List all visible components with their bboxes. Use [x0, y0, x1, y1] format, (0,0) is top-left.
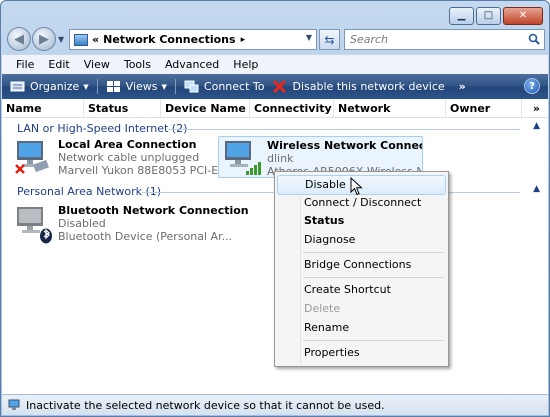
menu-separator — [303, 277, 444, 278]
column-owner[interactable]: Owner — [446, 99, 522, 118]
context-menu: Disable Connect / Disconnect Status Diag… — [274, 171, 449, 367]
group-divider — [168, 129, 520, 130]
connection-status: Network cable unplugged — [58, 151, 200, 164]
menu-item-status[interactable]: Status — [277, 211, 446, 231]
views-caret-icon: ▼ — [161, 82, 167, 91]
address-overflow-chevron[interactable]: « — [92, 33, 99, 46]
column-device-name[interactable]: Device Name — [161, 99, 250, 118]
status-bar: Inactivate the selected network device s… — [2, 394, 548, 415]
disable-device-label: Disable this network device — [292, 80, 445, 93]
connection-device: Marvell Yukon 88E8053 PCI-E ... — [58, 164, 233, 177]
toolbar-separator — [96, 79, 98, 94]
menu-file[interactable]: File — [9, 58, 41, 71]
menu-item-bridge-connections[interactable]: Bridge Connections — [277, 255, 446, 275]
status-network-icon — [8, 399, 20, 410]
wireless-network-icon — [225, 141, 261, 175]
group-header-lan[interactable]: LAN or High-Speed Internet (2) — [17, 122, 187, 135]
network-folder-icon — [74, 33, 88, 46]
organize-button[interactable]: Organize ▼ — [10, 80, 97, 93]
columns-overflow-button[interactable]: » — [533, 99, 540, 118]
refresh-icon: ⇆ — [324, 32, 335, 47]
address-dropdown-icon[interactable]: ▼ — [306, 33, 312, 42]
column-connectivity[interactable]: Connectivity — [250, 99, 334, 118]
column-network-category[interactable]: Network Category — [334, 99, 446, 134]
connection-item-local-area[interactable]: Local Area Connection Network cable unpl… — [14, 138, 232, 182]
views-label: Views — [125, 80, 158, 93]
connection-name: Bluetooth Network Connection — [58, 204, 249, 217]
address-bar[interactable]: « Network Connections ▸ ▼ — [69, 29, 317, 50]
menu-separator — [303, 252, 444, 253]
views-icon — [106, 81, 120, 92]
explorer-window: ▁ □ ✕ ◀ ▶ ▼ « Network Connections ▸ ▼ ⇆ … — [0, 0, 550, 417]
menu-edit[interactable]: Edit — [41, 58, 76, 71]
mouse-pointer-icon — [350, 177, 363, 196]
close-button[interactable]: ✕ — [503, 7, 543, 25]
back-button[interactable]: ◀ — [7, 27, 31, 51]
forward-arrow-icon: ▶ — [39, 31, 49, 47]
connection-text: Local Area Connection Network cable unpl… — [58, 138, 232, 177]
connection-status: Disabled — [58, 217, 106, 230]
menu-item-delete: Delete — [304, 302, 341, 315]
address-crumb-network-connections[interactable]: Network Connections — [103, 33, 235, 46]
help-button[interactable]: ? — [524, 78, 540, 94]
menu-item-create-shortcut[interactable]: Create Shortcut — [277, 280, 446, 300]
menu-help[interactable]: Help — [226, 58, 265, 71]
menu-bar: File Edit View Tools Advanced Help — [2, 54, 548, 74]
connect-to-icon — [184, 80, 199, 93]
organize-icon — [10, 81, 25, 92]
help-icon: ? — [529, 80, 535, 92]
organize-caret-icon: ▼ — [83, 82, 89, 91]
status-text: Inactivate the selected network device s… — [26, 398, 385, 412]
caption-buttons: ▁ □ ✕ — [449, 7, 543, 25]
menu-separator — [303, 340, 444, 341]
toolbar-separator — [174, 79, 176, 94]
search-input[interactable]: Search — [344, 29, 545, 50]
connection-device: Bluetooth Device (Personal Ar... — [58, 230, 233, 243]
connection-text: Bluetooth Network Connection Disabled Bl… — [58, 204, 249, 243]
refresh-button[interactable]: ⇆ — [319, 29, 340, 50]
column-name[interactable]: Name — [2, 99, 84, 118]
back-arrow-icon: ◀ — [14, 31, 24, 47]
group-header-pan[interactable]: Personal Area Network (1) — [17, 185, 161, 198]
disable-x-icon — [273, 80, 287, 93]
connection-name: Wireless Network Connection — [267, 139, 422, 152]
maximize-icon: □ — [483, 10, 494, 21]
maximize-button[interactable]: □ — [476, 7, 501, 25]
menu-advanced[interactable]: Advanced — [158, 58, 226, 71]
minimize-icon: ▁ — [457, 10, 466, 21]
column-header-row: Name Status Device Name Connectivity Net… — [2, 99, 548, 134]
crumb-arrow-icon[interactable]: ▸ — [241, 35, 246, 45]
connection-item-bluetooth[interactable]: Bluetooth Network Connection Disabled Bl… — [14, 204, 249, 248]
bluetooth-network-icon — [17, 207, 52, 244]
collapse-group-icon[interactable]: ▲ — [533, 184, 540, 194]
column-status[interactable]: Status — [84, 99, 161, 118]
search-placeholder: Search — [350, 33, 389, 46]
command-toolbar: Organize ▼ Views ▼ Connect To Disable th… — [2, 74, 548, 99]
connection-name: Local Area Connection — [58, 138, 197, 151]
recent-pages-dropdown-icon[interactable]: ▼ — [58, 35, 64, 44]
close-icon: ✕ — [518, 10, 528, 21]
search-icon[interactable] — [528, 33, 540, 45]
menu-item-diagnose[interactable]: Diagnose — [277, 230, 446, 250]
menu-item-properties[interactable]: Properties — [277, 343, 446, 363]
disable-device-button[interactable]: Disable this network device — [272, 80, 452, 93]
connect-to-button[interactable]: Connect To — [184, 80, 273, 93]
minimize-button[interactable]: ▁ — [449, 7, 474, 25]
toolbar-overflow-button[interactable]: » — [459, 80, 466, 93]
connect-to-label: Connect To — [203, 80, 265, 93]
views-button[interactable]: Views ▼ — [106, 80, 175, 93]
collapse-group-icon[interactable]: ▲ — [533, 121, 540, 131]
navigation-row: ◀ ▶ ▼ « Network Connections ▸ ▼ ⇆ Search — [7, 27, 545, 53]
connection-status: dlink — [267, 152, 294, 165]
wired-network-icon — [15, 141, 49, 174]
menu-view[interactable]: View — [77, 58, 117, 71]
organize-label: Organize — [30, 80, 80, 93]
forward-button[interactable]: ▶ — [32, 27, 56, 51]
menu-item-rename[interactable]: Rename — [277, 318, 446, 338]
menu-tools[interactable]: Tools — [117, 58, 158, 71]
